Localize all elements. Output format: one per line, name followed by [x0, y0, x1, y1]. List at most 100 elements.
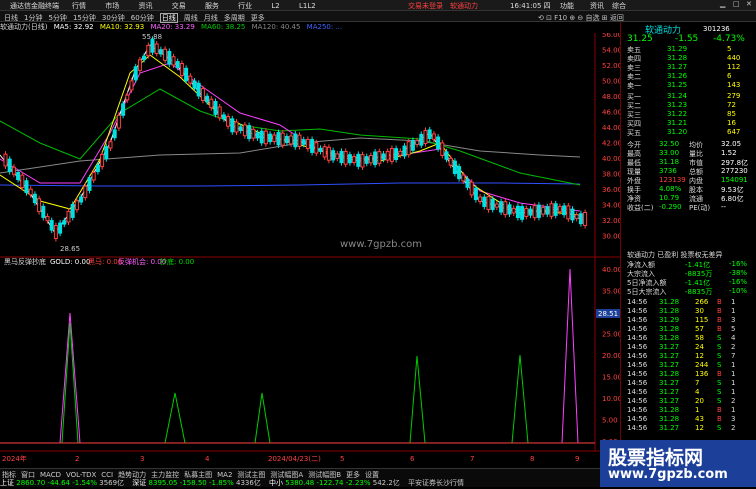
tick-row-cell: S	[717, 397, 722, 405]
menu-item[interactable]: 资讯	[138, 2, 152, 10]
period-tab[interactable]: 周线	[184, 14, 198, 22]
price-chart[interactable]: 55.88 28.65 www.7gpzb.com 56.00 54.00 52.0…	[0, 33, 620, 468]
candle-body	[45, 216, 50, 222]
price-axis-label: 42.00	[602, 140, 620, 148]
candle-body	[53, 225, 58, 240]
period-tab[interactable]: 5分钟	[48, 14, 66, 22]
tick-row-cell: 14:56	[627, 307, 648, 315]
menu-item[interactable]: 行情	[72, 2, 86, 10]
tick-row-cell: 57	[695, 325, 704, 333]
time-axis-label: 7	[470, 455, 474, 463]
period-tab[interactable]: 15分钟	[73, 14, 96, 22]
menu-item[interactable]: 市场	[105, 2, 119, 10]
tick-row-cell: S	[717, 388, 722, 396]
menu-item[interactable]: 交易	[172, 2, 186, 10]
ask-row-cell: 112	[727, 63, 741, 71]
tick-row-cell: 31.27	[659, 424, 680, 432]
zx-chg: -122.74	[316, 479, 344, 487]
candle-body	[154, 43, 159, 54]
price-axis-label: 56.00	[602, 33, 620, 39]
candle-body	[16, 172, 21, 181]
tick-row: 14:56 31.28 57 B 5	[623, 325, 753, 333]
candle-body	[541, 207, 546, 215]
tick-row-cell: S	[717, 361, 722, 369]
candle-body	[440, 142, 445, 156]
candle-body	[66, 210, 71, 223]
tick-row-cell: 1	[731, 307, 736, 315]
ask-row-cell: 143	[727, 81, 741, 89]
ma10-label: MA10: 32.93	[99, 23, 145, 31]
price-axis-label: 32.00	[602, 217, 620, 225]
candle-body	[221, 114, 226, 120]
bid-row: 买一 31.24 279	[623, 92, 753, 101]
candle-body	[192, 80, 197, 89]
indicator-axis-label: 35.00	[602, 288, 620, 296]
candle-body	[79, 196, 84, 203]
candle-body	[242, 124, 247, 137]
quote-change: -1.55	[675, 34, 699, 44]
maximize-icon[interactable]: □	[733, 0, 740, 8]
price-axis: 56.00 54.00 52.00 50.00 48.00 46.00 44.00 42.00…	[602, 33, 620, 241]
price-axis-label: 36.00	[602, 186, 620, 194]
menu-item[interactable]: 行业	[238, 2, 252, 10]
candle-body	[423, 130, 428, 144]
candle-body	[112, 129, 117, 139]
candle-body	[490, 198, 495, 211]
period-tab[interactable]: 多周期	[224, 14, 245, 22]
menu-right-3[interactable]: 综合	[612, 1, 626, 11]
ask-row-cell: 31.27	[667, 63, 688, 71]
candle-body	[322, 146, 327, 158]
candle-body	[486, 196, 491, 211]
menu-item[interactable]: L1L2	[299, 2, 316, 10]
menu-item[interactable]: L2	[271, 2, 279, 10]
brand-url: www.7gpzb.com	[608, 467, 728, 482]
candle-body	[272, 134, 277, 143]
candle-body	[410, 139, 415, 151]
period-tab[interactable]: 日线	[4, 14, 18, 22]
tick-row: 14:56 31.28 266 B 1	[623, 298, 753, 306]
ask-row-cell: 卖一	[627, 82, 641, 90]
price-axis-label: 52.00	[602, 62, 620, 70]
period-tab[interactable]: 月线	[204, 14, 218, 22]
ask-row-cell: 31.28	[667, 54, 688, 62]
candle-body	[482, 196, 487, 207]
candle-body	[297, 134, 302, 147]
tick-row-cell: 14:56	[627, 316, 648, 324]
candle-body	[49, 220, 54, 231]
brand-title: 股票指标网	[608, 447, 704, 469]
time-axis-label: 6	[410, 455, 415, 463]
candle-body	[419, 133, 424, 146]
bid-row-cell: 279	[727, 92, 741, 100]
candle-body	[574, 214, 579, 219]
period-tab[interactable]: 30分钟	[102, 14, 125, 22]
stat-row: 净资 10.79 流通 6.80亿	[623, 194, 753, 203]
menu-item[interactable]: 服务	[205, 2, 219, 10]
tick-row-cell: 31.28	[659, 298, 680, 306]
candle-body	[41, 205, 46, 218]
candle-body	[205, 95, 210, 103]
candlestick-series	[3, 36, 588, 242]
tick-row-cell: 244	[695, 361, 709, 369]
flow-row-cell: -16%	[729, 260, 748, 268]
tick-row-cell: 31.28	[659, 370, 680, 378]
period-tab[interactable]: 1分钟	[24, 14, 42, 22]
candle-body	[196, 82, 201, 97]
period-tab[interactable]: 60分钟	[131, 14, 154, 22]
candle-body	[293, 133, 298, 148]
candle-body	[276, 132, 281, 146]
period-tab[interactable]: 更多	[251, 14, 265, 22]
menu-right-1[interactable]: 功能	[560, 1, 574, 11]
login-notice[interactable]: 交易未登录	[408, 1, 443, 11]
brand-watermark: 股票指标网 www.7gpzb.com	[600, 440, 756, 487]
bid-row-cell: 647	[727, 128, 741, 136]
minimize-icon[interactable]: ▁	[720, 0, 725, 8]
candle-body	[284, 136, 289, 144]
ma5-label: MA5: 32.92	[53, 23, 94, 31]
bid-row-cell: 31.23	[667, 101, 688, 109]
menu-right-2[interactable]: 资讯	[590, 1, 604, 11]
bid-row: 买五 31.20 647	[623, 128, 753, 137]
tick-row-cell: 136	[695, 370, 709, 378]
stat-row-cell: 154091	[721, 176, 748, 184]
close-icon[interactable]: ✕	[746, 0, 752, 8]
time-axis-label: 9	[575, 455, 579, 463]
